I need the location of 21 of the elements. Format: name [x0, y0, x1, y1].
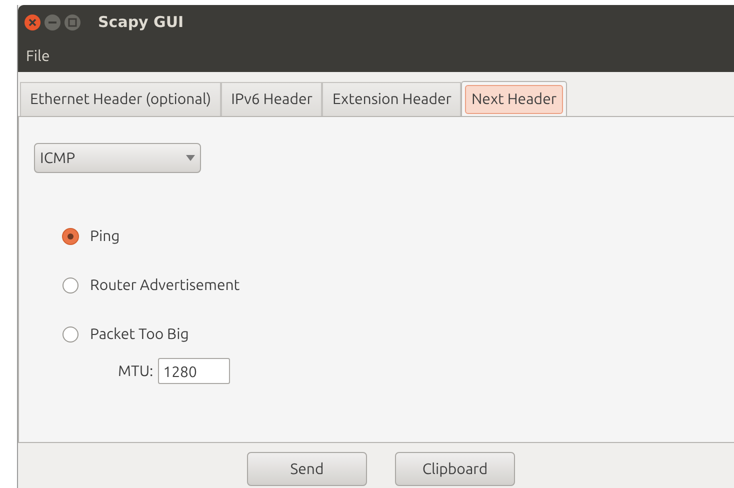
action-button[interactable]: Clipboard: [395, 452, 515, 486]
dropdown-arrow-icon: [186, 155, 195, 161]
window-title: Scapy GUI: [98, 12, 184, 34]
mtu-field[interactable]: 1280: [158, 358, 230, 384]
radio-label[interactable]: Packet Too Big: [90, 323, 189, 346]
maximize-icon[interactable]: [64, 14, 81, 31]
tab[interactable]: Ethernet Header (optional): [20, 82, 222, 116]
tab[interactable]: IPv6 Header: [221, 82, 322, 116]
tab[interactable]: Next Header: [461, 81, 567, 117]
close-icon[interactable]: [24, 14, 41, 31]
action-button[interactable]: Send: [247, 452, 367, 486]
radio-button[interactable]: [62, 228, 79, 245]
mtu-label: MTU:: [118, 360, 154, 381]
menu-item[interactable]: File: [26, 44, 50, 68]
radio-button[interactable]: [62, 277, 79, 294]
radio-label[interactable]: Ping: [90, 225, 120, 248]
tab[interactable]: Extension Header: [322, 82, 462, 116]
protocol-dropdown[interactable]: ICMP: [34, 143, 201, 173]
radio-button[interactable]: [62, 326, 79, 343]
radio-label[interactable]: Router Advertisement: [90, 274, 240, 297]
minimize-icon[interactable]: [44, 14, 61, 31]
